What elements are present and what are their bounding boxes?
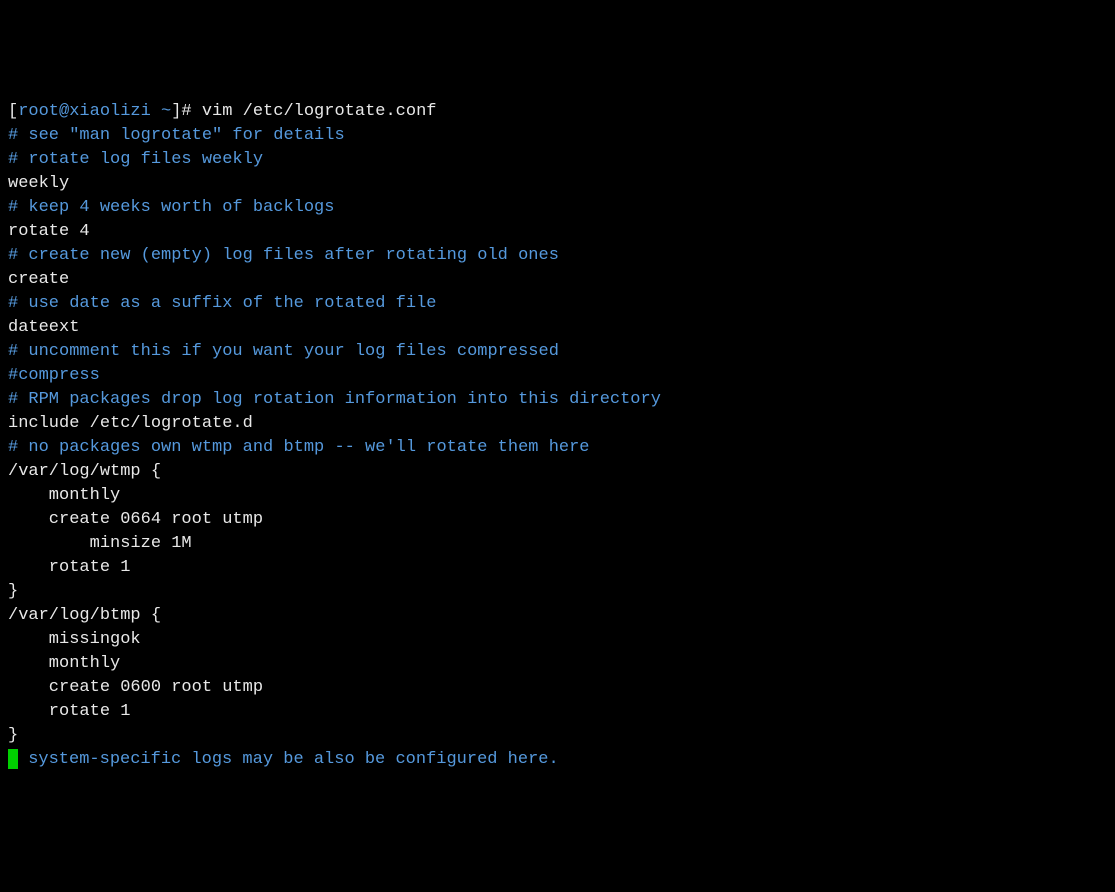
file-line: } [8, 580, 1107, 604]
file-line: rotate 1 [8, 556, 1107, 580]
file-line: rotate 1 [8, 700, 1107, 724]
file-line: rotate 4 [8, 220, 1107, 244]
prompt-user-host: root@xiaolizi ~ [18, 102, 171, 121]
file-line: } [8, 724, 1107, 748]
file-line: create [8, 268, 1107, 292]
file-line: # create new (empty) log files after rot… [8, 244, 1107, 268]
file-line: missingok [8, 628, 1107, 652]
terminal-window[interactable]: [root@xiaolizi ~]# vim /etc/logrotate.co… [8, 100, 1107, 772]
file-line: monthly [8, 484, 1107, 508]
file-content: # see "man logrotate" for details# rotat… [8, 124, 1107, 748]
prompt-bracket-close: ]# [171, 102, 202, 121]
last-line: system-specific logs may be also be conf… [8, 748, 1107, 772]
file-line: monthly [8, 652, 1107, 676]
file-line: create 0600 root utmp [8, 676, 1107, 700]
file-line: # RPM packages drop log rotation informa… [8, 388, 1107, 412]
last-line-text: system-specific logs may be also be conf… [18, 750, 559, 769]
file-line: dateext [8, 316, 1107, 340]
file-line: # rotate log files weekly [8, 148, 1107, 172]
file-line: weekly [8, 172, 1107, 196]
file-line: create 0664 root utmp [8, 508, 1107, 532]
prompt-line: [root@xiaolizi ~]# vim /etc/logrotate.co… [8, 100, 1107, 124]
file-line: # keep 4 weeks worth of backlogs [8, 196, 1107, 220]
command-text: vim /etc/logrotate.conf [202, 102, 437, 121]
file-line: # uncomment this if you want your log fi… [8, 340, 1107, 364]
file-line: include /etc/logrotate.d [8, 412, 1107, 436]
cursor-icon [8, 749, 18, 769]
file-line: /var/log/btmp { [8, 604, 1107, 628]
file-line: #compress [8, 364, 1107, 388]
file-line: # see "man logrotate" for details [8, 124, 1107, 148]
file-line: /var/log/wtmp { [8, 460, 1107, 484]
file-line: # no packages own wtmp and btmp -- we'll… [8, 436, 1107, 460]
file-line: minsize 1M [8, 532, 1107, 556]
file-line: # use date as a suffix of the rotated fi… [8, 292, 1107, 316]
prompt-bracket-open: [ [8, 102, 18, 121]
